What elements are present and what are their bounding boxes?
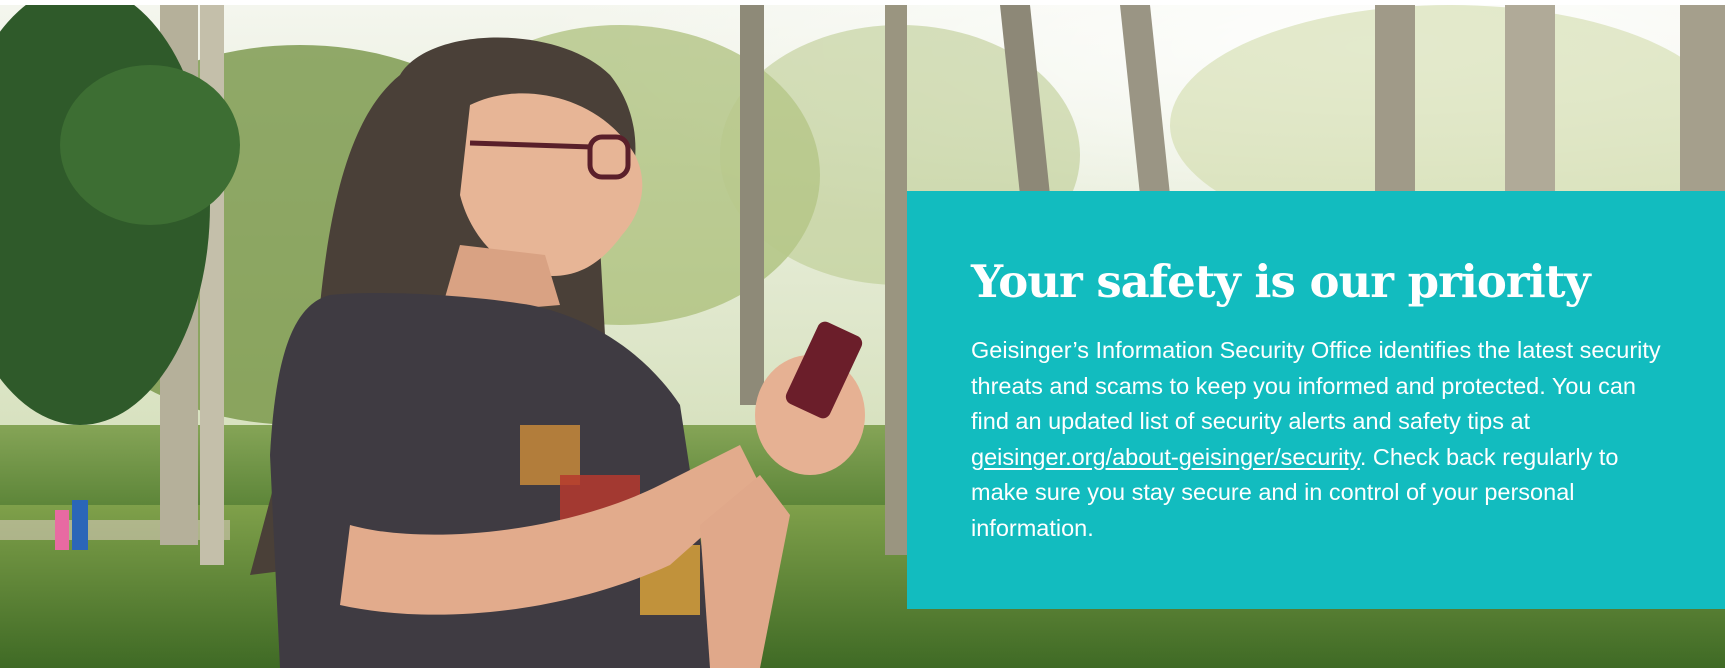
banner-body-intro: Geisinger’s Information Security Office … [971,337,1661,434]
info-panel: Your safety is our priority Geisinger’s … [907,191,1725,609]
security-banner: Your safety is our priority Geisinger’s … [0,0,1725,668]
security-page-link[interactable]: geisinger.org/about-geisinger/security [971,444,1360,470]
banner-body: Geisinger’s Information Security Office … [971,333,1661,546]
banner-title: Your safety is our priority [971,255,1591,308]
